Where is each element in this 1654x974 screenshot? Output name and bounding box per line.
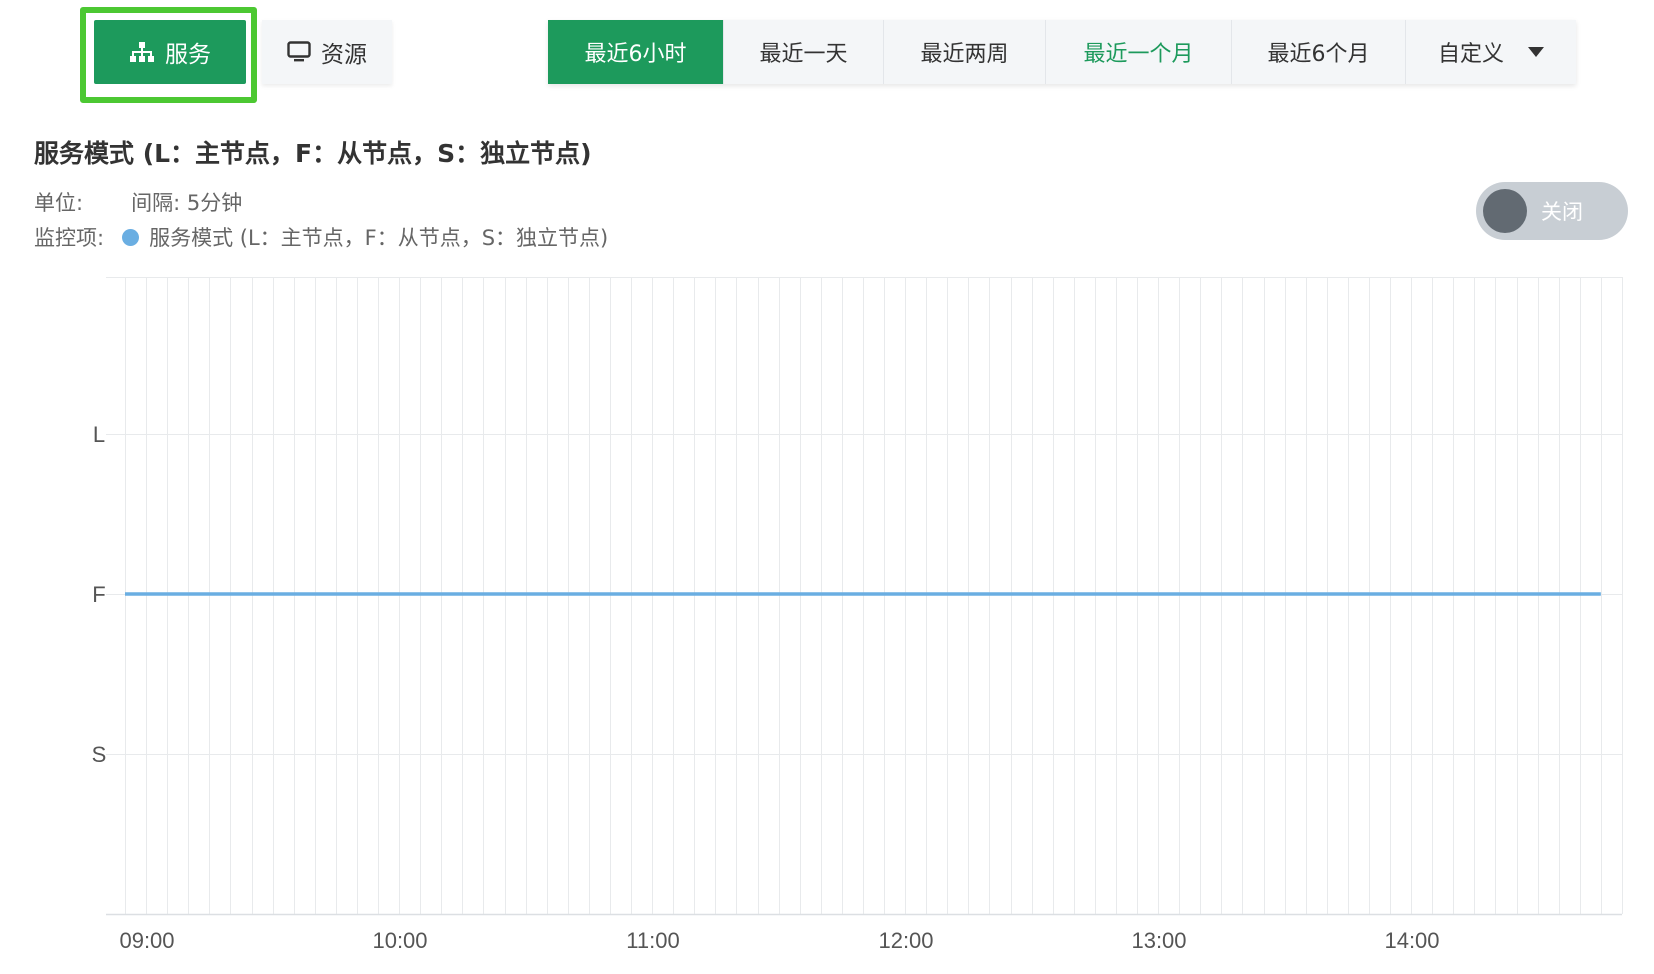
monitor-icon [287,41,311,63]
x-tick-label: 09:00 [119,928,174,953]
x-tick-label: 10:00 [372,928,427,953]
x-tick-label: 11:00 [626,928,679,953]
x-tick-label: 12:00 [878,928,933,953]
tab-resource-label: 资源 [321,42,367,68]
sitemap-icon [129,41,155,63]
range-last-month-button[interactable]: 最近一个月 [1046,20,1232,84]
time-range-selector: 最近6小时 最近一天 最近两周 最近一个月 最近6个月 自定义 [548,20,1576,84]
x-tick-label: 14:00 [1384,928,1439,953]
range-label: 最近6小时 [584,42,687,67]
range-last-6-hours-button[interactable]: 最近6小时 [548,20,724,84]
range-last-two-weeks-button[interactable]: 最近两周 [884,20,1046,84]
legend-text: 服务模式 (L：主节点，F：从节点，S：独立节点) [149,226,609,250]
meta-monitor-row: 监控项: 服务模式 (L：主节点，F：从节点，S：独立节点) [34,222,608,252]
range-custom-dropdown[interactable]: 自定义 [1406,20,1576,84]
toggle-knob [1483,189,1527,233]
y-tick-label: S [92,742,107,767]
legend-dot [122,228,140,246]
y-tick-label: L [93,422,105,447]
tab-service-label: 服务 [165,42,211,68]
range-label: 最近一天 [759,42,848,67]
meta-unit-row: 单位: 间隔: 5分钟 [34,187,242,217]
monitor-label: 监控项: [34,226,105,250]
tab-service[interactable]: 服务 [94,20,246,84]
y-tick-label: F [92,582,105,607]
chart-title: 服务模式 (L：主节点，F：从节点，S：独立节点) [34,139,592,168]
x-tick-label: 13:00 [1131,928,1186,953]
range-label: 最近一个月 [1083,42,1194,67]
range-label: 最近6个月 [1267,42,1370,67]
range-label: 最近两周 [920,42,1009,67]
range-label: 自定义 [1437,42,1504,67]
tab-resource[interactable]: 资源 [262,20,392,84]
interval-label: 间隔: 5分钟 [131,191,243,215]
chart-toggle-switch[interactable]: 关闭 [1476,182,1628,240]
unit-label: 单位: [34,191,84,215]
caret-down-icon [1528,46,1544,58]
range-last-day-button[interactable]: 最近一天 [724,20,884,84]
range-last-6-months-button[interactable]: 最近6个月 [1232,20,1406,84]
service-mode-chart: S F L 09:00 10:00 11:00 12:00 13:00 14:00 [92,277,1623,953]
toggle-label: 关闭 [1541,200,1583,224]
